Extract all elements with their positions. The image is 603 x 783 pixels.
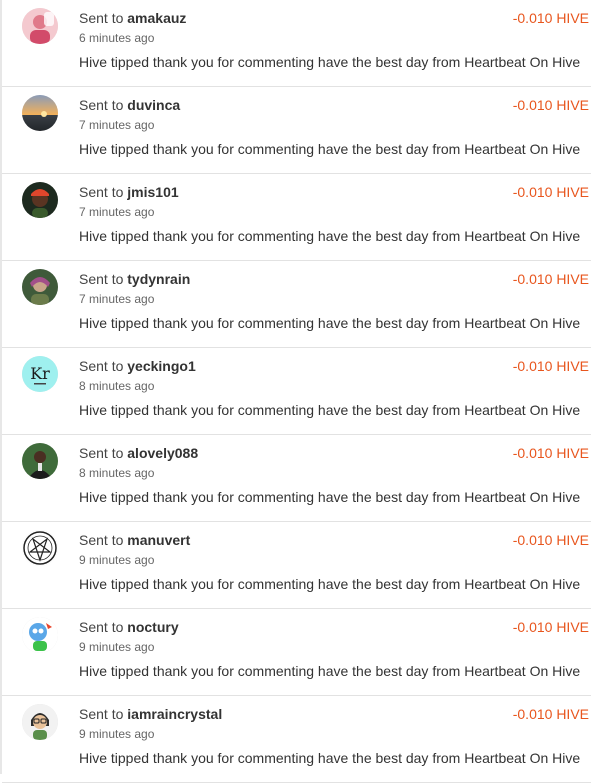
sent-to-label: Sent to	[79, 706, 124, 722]
recipient-link[interactable]: alovely088	[127, 445, 198, 461]
transaction-memo: Hive tipped thank you for commenting hav…	[79, 54, 581, 70]
recipient-link[interactable]: duvinca	[127, 97, 180, 113]
transaction-time: 8 minutes ago	[79, 466, 155, 480]
transaction-title: Sent to manuvert	[79, 532, 190, 548]
avatar-manuvert-icon[interactable]	[22, 530, 58, 566]
avatar-noctury-icon[interactable]	[22, 617, 58, 653]
transaction-amount: -0.010 HIVE	[512, 619, 589, 635]
transaction-row: Sent to duvinca 7 minutes ago Hive tippe…	[2, 87, 591, 174]
sent-to-label: Sent to	[79, 445, 124, 461]
transaction-row: Sent to manuvert 9 minutes ago Hive tipp…	[2, 522, 591, 609]
transaction-time: 7 minutes ago	[79, 292, 155, 306]
avatar-tydynrain-icon[interactable]	[22, 269, 58, 305]
recipient-link[interactable]: tydynrain	[127, 271, 190, 287]
transaction-time: 9 minutes ago	[79, 727, 155, 741]
transaction-row: Kr Sent to yeckingo1 8 minutes ago Hive …	[2, 348, 591, 435]
transaction-time: 6 minutes ago	[79, 31, 155, 45]
sent-to-label: Sent to	[79, 619, 124, 635]
transaction-title: Sent to jmis101	[79, 184, 179, 200]
transaction-title: Sent to tydynrain	[79, 271, 190, 287]
avatar-duvinca-icon[interactable]	[22, 95, 58, 131]
transaction-time: 7 minutes ago	[79, 205, 155, 219]
transaction-row: Sent to alovely088 8 minutes ago Hive ti…	[2, 435, 591, 522]
sent-to-label: Sent to	[79, 532, 124, 548]
recipient-link[interactable]: noctury	[127, 619, 178, 635]
transaction-title: Sent to iamraincrystal	[79, 706, 222, 722]
avatar-text: Kr	[30, 364, 50, 383]
recipient-link[interactable]: iamraincrystal	[127, 706, 222, 722]
transaction-amount: -0.010 HIVE	[512, 10, 589, 26]
transaction-row: Sent to amakauz 6 minutes ago Hive tippe…	[2, 0, 591, 87]
transaction-memo: Hive tipped thank you for commenting hav…	[79, 141, 581, 157]
transaction-memo: Hive tipped thank you for commenting hav…	[79, 663, 581, 679]
transaction-title: Sent to duvinca	[79, 97, 180, 113]
transaction-list: Sent to amakauz 6 minutes ago Hive tippe…	[2, 0, 591, 783]
recipient-link[interactable]: manuvert	[127, 532, 190, 548]
sent-to-label: Sent to	[79, 358, 124, 374]
transaction-memo: Hive tipped thank you for commenting hav…	[79, 402, 581, 418]
transaction-amount: -0.010 HIVE	[512, 445, 589, 461]
sent-to-label: Sent to	[79, 97, 124, 113]
recipient-link[interactable]: amakauz	[127, 10, 186, 26]
transaction-title: Sent to yeckingo1	[79, 358, 196, 374]
recipient-link[interactable]: jmis101	[127, 184, 178, 200]
transaction-amount: -0.010 HIVE	[512, 97, 589, 113]
transaction-row: Sent to noctury 9 minutes ago Hive tippe…	[2, 609, 591, 696]
recipient-link[interactable]: yeckingo1	[127, 358, 195, 374]
transaction-memo: Hive tipped thank you for commenting hav…	[79, 576, 581, 592]
transaction-amount: -0.010 HIVE	[512, 271, 589, 287]
avatar-amakauz-icon[interactable]	[22, 8, 58, 44]
transaction-amount: -0.010 HIVE	[512, 706, 589, 722]
avatar-yeckingo1-icon[interactable]: Kr	[22, 356, 58, 392]
transaction-amount: -0.010 HIVE	[512, 532, 589, 548]
transaction-amount: -0.010 HIVE	[512, 184, 589, 200]
avatar-iamraincrystal-icon[interactable]	[22, 704, 58, 740]
transaction-memo: Hive tipped thank you for commenting hav…	[79, 489, 581, 505]
avatar-alovely088-icon[interactable]	[22, 443, 58, 479]
transaction-row: Sent to tydynrain 7 minutes ago Hive tip…	[2, 261, 591, 348]
transaction-row: Sent to jmis101 7 minutes ago Hive tippe…	[2, 174, 591, 261]
transaction-memo: Hive tipped thank you for commenting hav…	[79, 750, 581, 766]
transaction-time: 9 minutes ago	[79, 553, 155, 567]
avatar-jmis101-icon[interactable]	[22, 182, 58, 218]
transaction-title: Sent to amakauz	[79, 10, 186, 26]
sent-to-label: Sent to	[79, 184, 124, 200]
transaction-title: Sent to alovely088	[79, 445, 198, 461]
transaction-title: Sent to noctury	[79, 619, 179, 635]
transaction-amount: -0.010 HIVE	[512, 358, 589, 374]
transaction-time: 7 minutes ago	[79, 118, 155, 132]
transaction-row: Sent to iamraincrystal 9 minutes ago Hiv…	[2, 696, 591, 783]
sent-to-label: Sent to	[79, 10, 124, 26]
transaction-time: 8 minutes ago	[79, 379, 155, 393]
transaction-time: 9 minutes ago	[79, 640, 155, 654]
transaction-memo: Hive tipped thank you for commenting hav…	[79, 228, 581, 244]
sent-to-label: Sent to	[79, 271, 124, 287]
transaction-memo: Hive tipped thank you for commenting hav…	[79, 315, 581, 331]
